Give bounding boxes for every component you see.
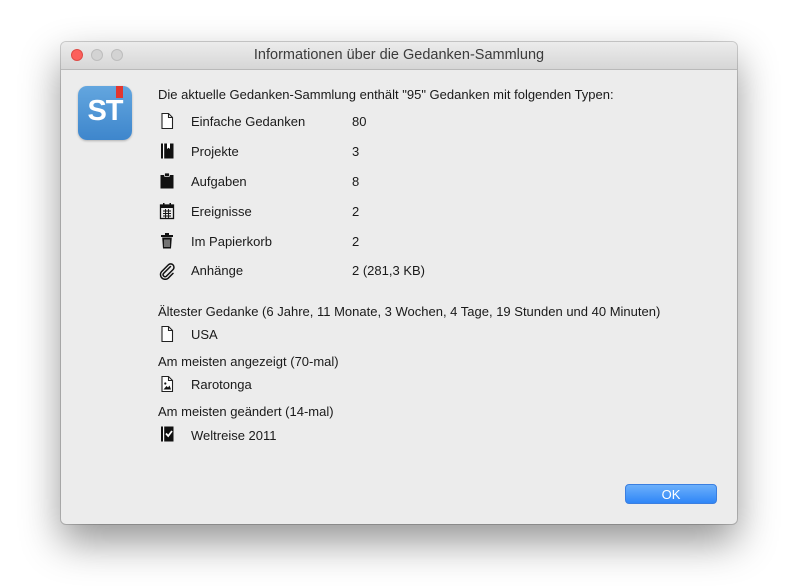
type-label: Ereignisse <box>191 204 252 219</box>
type-count: 80 <box>352 114 367 129</box>
app-icon: ST <box>78 86 132 140</box>
most-changed-heading: Am meisten geändert (14-mal) <box>158 404 334 419</box>
project-check-icon <box>161 426 174 442</box>
type-count: 8 <box>352 174 360 189</box>
ok-button[interactable]: OK <box>625 484 717 504</box>
most-viewed-thought-name: Rarotonga <box>191 377 252 392</box>
oldest-thought-name: USA <box>191 327 218 342</box>
trash-icon <box>161 233 173 249</box>
type-count: 2 (281,3 KB) <box>352 263 425 278</box>
type-label: Aufgaben <box>191 174 247 189</box>
type-label: Projekte <box>191 144 239 159</box>
info-dialog: Informationen über die Gedanken-Sammlung… <box>61 42 737 524</box>
title-bar: Informationen über die Gedanken-Sammlung <box>61 42 737 70</box>
calendar-icon <box>159 203 175 220</box>
image-document-icon <box>161 375 174 393</box>
type-count: 3 <box>352 144 360 159</box>
document-icon <box>161 112 174 130</box>
type-label: Anhänge <box>191 263 244 278</box>
window-title: Informationen über die Gedanken-Sammlung <box>253 47 545 63</box>
clipboard-icon <box>160 172 174 189</box>
type-label: Einfache Gedanken <box>191 114 306 129</box>
paperclip-icon <box>159 263 175 280</box>
most-changed-thought-name: Weltreise 2011 <box>191 428 277 443</box>
most-viewed-heading: Am meisten angezeigt (70-mal) <box>158 354 339 369</box>
oldest-heading: Ältester Gedanke (6 Jahre, 11 Monate, 3 … <box>158 304 661 319</box>
summary-text: Die aktuelle Gedanken-Sammlung enthält "… <box>158 87 614 102</box>
type-count: 2 <box>352 234 360 249</box>
project-icon <box>161 143 174 159</box>
document-icon <box>161 325 174 343</box>
type-count: 2 <box>352 204 360 219</box>
type-label: Im Papierkorb <box>191 234 272 249</box>
